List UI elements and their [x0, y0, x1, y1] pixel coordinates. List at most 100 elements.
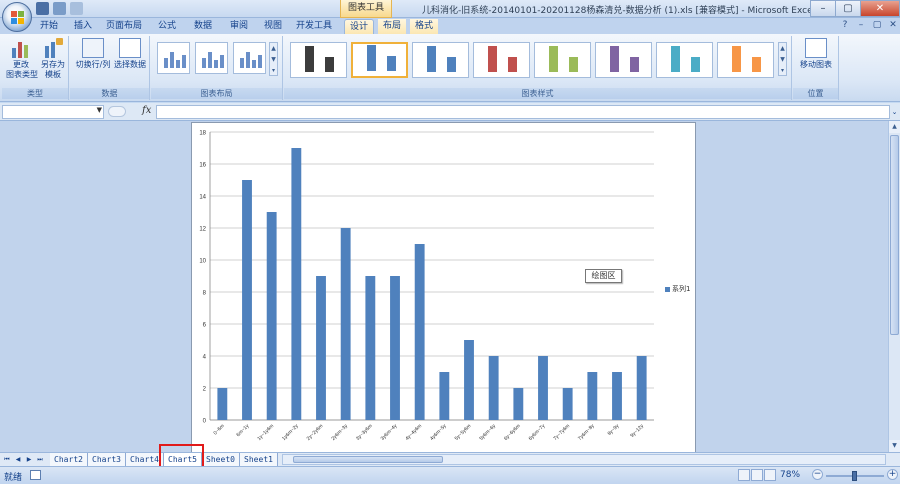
- x-tick-label: 3y~3y6m: [355, 423, 374, 442]
- close-button[interactable]: ✕: [860, 0, 900, 17]
- help-icon[interactable]: ?: [838, 19, 852, 32]
- style-gallery-scroll[interactable]: ▲ ▼ ▾: [778, 42, 787, 76]
- select-data-icon: [119, 38, 141, 58]
- move-chart-button[interactable]: 移动图表: [796, 38, 836, 70]
- workbook-restore-button[interactable]: ▢: [870, 19, 884, 32]
- vertical-scrollbar[interactable]: ▲ ▼: [888, 121, 900, 452]
- office-logo-icon: [11, 11, 24, 24]
- tab-formulas[interactable]: 公式: [154, 19, 180, 34]
- bar[interactable]: [266, 212, 277, 420]
- redo-icon[interactable]: [70, 2, 83, 15]
- bar[interactable]: [464, 340, 474, 420]
- switch-row-column-button[interactable]: 切换行/列: [74, 38, 112, 70]
- scroll-down-icon[interactable]: ▼: [779, 54, 786, 65]
- status-ready: 就绪: [4, 473, 23, 483]
- change-chart-type-button[interactable]: 更改 图表类型: [6, 38, 38, 80]
- bar[interactable]: [365, 276, 376, 420]
- chart-legend[interactable]: 系列1: [665, 284, 690, 294]
- first-sheet-icon[interactable]: ⏮: [2, 454, 12, 465]
- tab-insert[interactable]: 插入: [70, 19, 96, 34]
- chart-style-5[interactable]: [534, 42, 591, 78]
- last-sheet-icon[interactable]: ⏭: [35, 454, 45, 465]
- bar[interactable]: [291, 148, 302, 420]
- office-button[interactable]: [2, 2, 32, 32]
- vertical-scroll-thumb[interactable]: [890, 135, 899, 335]
- chart-layout-2[interactable]: [195, 42, 228, 74]
- bar[interactable]: [488, 356, 499, 420]
- bar[interactable]: [439, 372, 450, 420]
- scroll-up-arrow-icon[interactable]: ▲: [889, 121, 900, 133]
- bar[interactable]: [562, 388, 573, 420]
- undo-icon[interactable]: [53, 2, 66, 15]
- sheet-tab-chart2[interactable]: Chart2: [50, 453, 88, 466]
- zoom-level[interactable]: 78%: [780, 470, 800, 480]
- scroll-down-icon[interactable]: ▼: [270, 54, 277, 65]
- page-break-view-icon[interactable]: [764, 469, 776, 481]
- chart-style-7[interactable]: [656, 42, 713, 78]
- bar[interactable]: [587, 372, 598, 420]
- more-icon[interactable]: ▾: [270, 65, 277, 76]
- tab-design[interactable]: 设计: [344, 19, 374, 34]
- tab-home[interactable]: 开始: [36, 19, 62, 34]
- sheet-tab-sheet1[interactable]: Sheet1: [240, 453, 278, 466]
- zoom-slider-thumb[interactable]: [852, 471, 858, 481]
- scroll-up-icon[interactable]: ▲: [270, 43, 277, 54]
- chart-style-6[interactable]: [595, 42, 652, 78]
- macro-record-icon[interactable]: [30, 470, 41, 480]
- bar[interactable]: [217, 388, 228, 420]
- minimize-button[interactable]: –: [810, 0, 836, 17]
- chart-sheet[interactable]: 0 2 4 6 8 10 12 14 16 18 0~6m 6m~1y 1y~1y6m 1y6m~2y 2y…: [191, 122, 696, 453]
- more-icon[interactable]: ▾: [779, 65, 786, 76]
- sheet-tab-chart3[interactable]: Chart3: [88, 453, 126, 466]
- prev-sheet-icon[interactable]: ◀: [13, 454, 23, 465]
- bar[interactable]: [242, 180, 252, 420]
- chart-style-2[interactable]: [351, 42, 408, 78]
- tab-page-layout[interactable]: 页面布局: [104, 19, 144, 34]
- horizontal-scrollbar[interactable]: [282, 454, 886, 465]
- maximize-button[interactable]: ▢: [835, 0, 861, 17]
- workbook-minimize-button[interactable]: –: [854, 19, 868, 32]
- chart-layout-3[interactable]: [233, 42, 266, 74]
- bar[interactable]: [538, 356, 548, 420]
- tab-layout[interactable]: 布局: [378, 19, 406, 34]
- chart-style-3[interactable]: [412, 42, 469, 78]
- bar-chart[interactable]: 0 2 4 6 8 10 12 14 16 18 0~6m 6m~1y 1y~1y6m 1y6m~2y 2y…: [192, 123, 695, 452]
- chart-layout-1[interactable]: [157, 42, 190, 74]
- tab-format[interactable]: 格式: [410, 19, 438, 34]
- page-layout-view-icon[interactable]: [751, 469, 763, 481]
- select-data-button[interactable]: 选择数据: [112, 38, 148, 70]
- tab-review[interactable]: 审阅: [226, 19, 252, 34]
- chart-style-4[interactable]: [473, 42, 530, 78]
- bar[interactable]: [636, 356, 647, 420]
- name-box[interactable]: ▼: [2, 105, 104, 119]
- style-preview-bar: [447, 57, 456, 72]
- chart-style-1[interactable]: [290, 42, 347, 78]
- scroll-down-arrow-icon[interactable]: ▼: [889, 440, 900, 452]
- save-as-template-button[interactable]: 另存为 模板: [38, 38, 68, 80]
- bar[interactable]: [390, 276, 400, 420]
- zoom-out-icon[interactable]: −: [812, 469, 823, 480]
- save-icon[interactable]: [36, 2, 49, 15]
- chart-style-8[interactable]: [717, 42, 774, 78]
- tab-developer[interactable]: 开发工具: [294, 19, 334, 34]
- bar[interactable]: [340, 228, 351, 420]
- dropdown-icon[interactable]: ▼: [97, 106, 102, 114]
- layout-gallery-scroll[interactable]: ▲ ▼ ▾: [269, 42, 278, 76]
- next-sheet-icon[interactable]: ▶: [24, 454, 34, 465]
- workbook-close-button[interactable]: ✕: [886, 19, 900, 32]
- style-preview-bar: [691, 57, 700, 72]
- formula-input[interactable]: [156, 105, 890, 119]
- bar[interactable]: [414, 244, 425, 420]
- bar[interactable]: [513, 388, 524, 420]
- zoom-in-icon[interactable]: +: [887, 469, 898, 480]
- bar[interactable]: [612, 372, 622, 420]
- tab-data[interactable]: 数据: [190, 19, 216, 34]
- normal-view-icon[interactable]: [738, 469, 750, 481]
- expand-formula-bar-icon[interactable]: ⌄: [890, 105, 899, 119]
- tab-view[interactable]: 视图: [260, 19, 286, 34]
- scroll-up-icon[interactable]: ▲: [779, 43, 786, 54]
- horizontal-scroll-thumb[interactable]: [293, 456, 443, 463]
- bar[interactable]: [316, 276, 326, 420]
- sheet-tab-sheet0[interactable]: Sheet0: [202, 453, 240, 466]
- insert-function-button[interactable]: fx: [142, 105, 151, 116]
